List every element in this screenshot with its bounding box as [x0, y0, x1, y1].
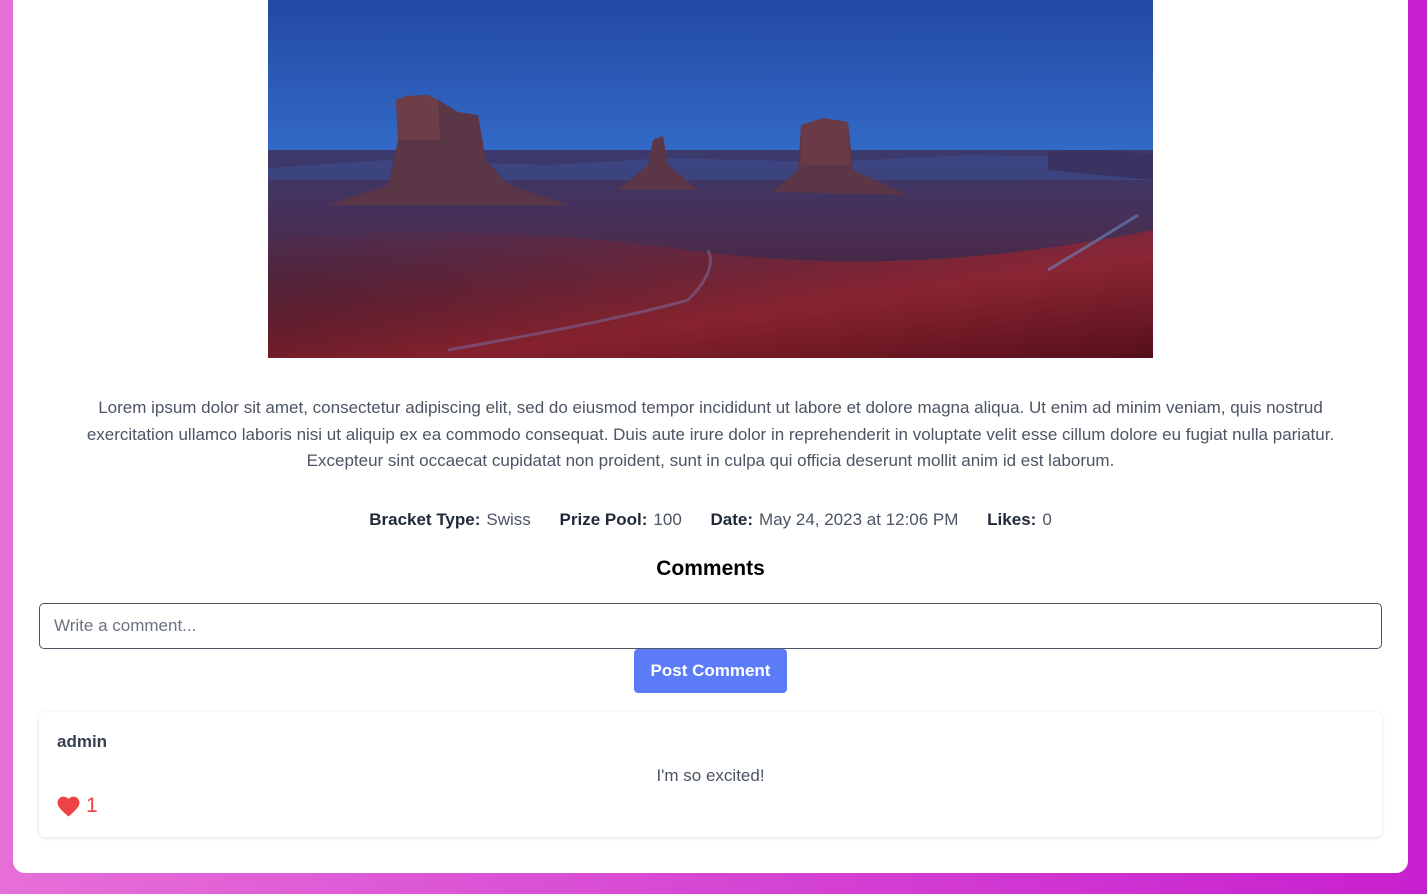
post-date-value: May 24, 2023 at 12:06 PM [759, 510, 959, 529]
comment-like-count: 1 [86, 794, 98, 817]
post-likes-label: Likes: [987, 510, 1037, 529]
post-likes: Likes: 0 [987, 510, 1052, 530]
bracket-type-label: Bracket Type: [369, 510, 481, 529]
bracket-type: Bracket Type: Swiss [369, 510, 531, 530]
post-meta: Bracket Type: Swiss Prize Pool: 100 Date: M… [13, 510, 1408, 530]
post-image [268, 0, 1153, 358]
post-card: Lorem ipsum dolor sit amet, consectetur … [13, 0, 1408, 873]
prize-pool: Prize Pool: 100 [560, 510, 682, 530]
post-comment-button[interactable]: Post Comment [634, 649, 787, 693]
comment-item: admin I'm so excited! 1 [39, 712, 1382, 837]
comment-like-button[interactable]: 1 [57, 794, 98, 818]
post-description: Lorem ipsum dolor sit amet, consectetur … [86, 398, 1335, 470]
prize-pool-value: 100 [653, 510, 682, 529]
comment-author: admin [57, 732, 108, 751]
comment-text: I'm so excited! [656, 766, 765, 785]
prize-pool-label: Prize Pool: [559, 510, 648, 529]
heart-icon[interactable] [57, 796, 80, 817]
post-likes-value: 0 [1042, 510, 1052, 529]
bracket-type-value: Swiss [486, 510, 531, 529]
comment-input[interactable] [39, 603, 1382, 649]
comments-heading: Comments [656, 557, 765, 580]
post-date-label: Date: [710, 510, 754, 529]
post-date: Date: May 24, 2023 at 12:06 PM [711, 510, 959, 530]
